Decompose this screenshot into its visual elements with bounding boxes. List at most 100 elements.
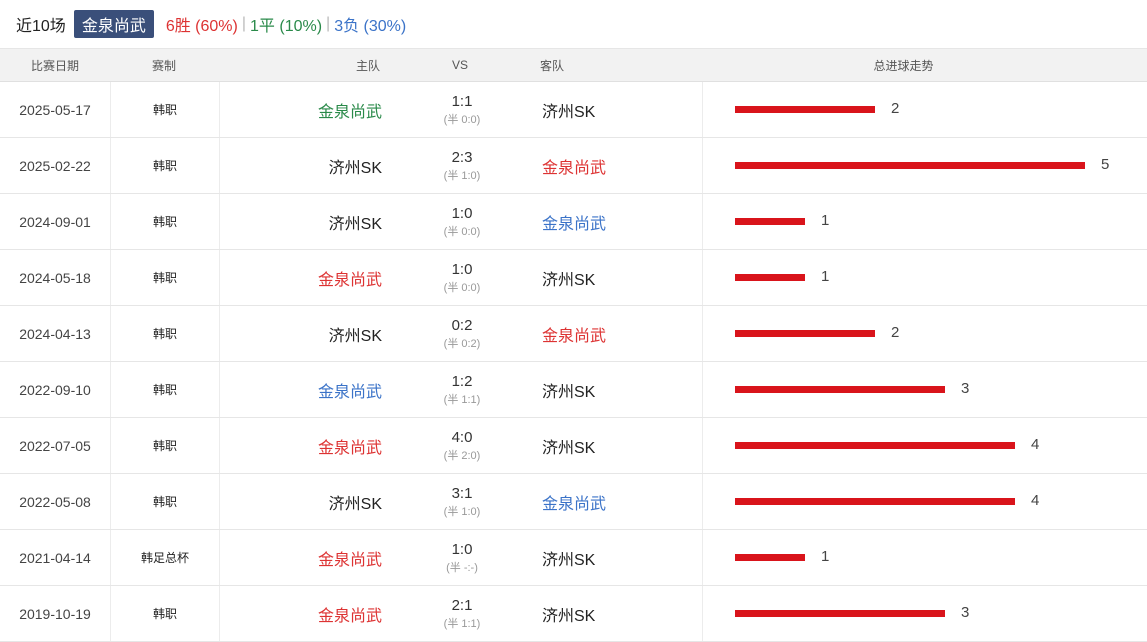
home-team[interactable]: 济州SK [220,138,382,193]
trend-cell: 4 [703,418,1147,473]
goals-total: 3 [961,380,970,397]
half-score: (半 1:1) [443,393,481,406]
full-score: 1:0 [451,540,473,558]
score-cell[interactable]: 2:3 (半 1:0) [382,138,542,193]
full-score: 0:2 [451,316,473,334]
trend-cell: 1 [703,250,1147,305]
home-team[interactable]: 济州SK [220,306,382,361]
goals-total: 1 [821,212,830,229]
away-team[interactable]: 金泉尚武 [542,474,703,529]
match-date: 2022-09-10 [0,362,111,417]
away-team[interactable]: 济州SK [542,250,703,305]
match-date: 2022-05-08 [0,474,111,529]
score-cell[interactable]: 1:0 (半 -:-) [382,530,542,585]
home-team[interactable]: 金泉尚武 [220,418,382,473]
competition[interactable]: 韩职 [111,82,220,137]
col-away: 客队 [540,58,565,73]
trend-cell: 1 [703,194,1147,249]
half-score: (半 0:0) [443,225,481,238]
table-row[interactable]: 2019-10-19 韩职 金泉尚武 2:1 (半 1:1) 济州SK 3 [0,586,1147,642]
match-date: 2024-09-01 [0,194,111,249]
match-date: 2025-02-22 [0,138,111,193]
competition[interactable]: 韩职 [111,362,220,417]
goals-total: 2 [891,324,900,341]
col-trend: 总进球走势 [873,58,934,73]
competition[interactable]: 韩职 [111,138,220,193]
table-row[interactable]: 2024-04-13 韩职 济州SK 0:2 (半 0:2) 金泉尚武 2 [0,306,1147,362]
competition[interactable]: 韩职 [111,586,220,641]
goals-total: 1 [821,268,830,285]
home-team[interactable]: 金泉尚武 [220,250,382,305]
away-team[interactable]: 金泉尚武 [542,138,703,193]
match-date: 2019-10-19 [0,586,111,641]
table-row[interactable]: 2022-07-05 韩职 金泉尚武 4:0 (半 2:0) 济州SK 4 [0,418,1147,474]
goals-bar [735,442,1015,449]
home-team[interactable]: 金泉尚武 [220,530,382,585]
home-team[interactable]: 金泉尚武 [220,82,382,137]
score-cell[interactable]: 1:1 (半 0:0) [382,82,542,137]
competition[interactable]: 韩职 [111,250,220,305]
recent-matches-title: 近10场 [16,18,66,35]
goals-bar [735,106,875,113]
full-score: 3:1 [451,484,473,502]
away-team[interactable]: 济州SK [542,530,703,585]
away-team[interactable]: 济州SK [542,586,703,641]
col-competition: 赛制 [151,58,176,73]
competition[interactable]: 韩足总杯 [111,530,220,585]
team-badge[interactable]: 金泉尚武 [73,10,154,38]
away-team[interactable]: 金泉尚武 [542,194,703,249]
full-score: 4:0 [451,428,473,446]
goals-bar [735,610,945,617]
trend-cell: 3 [703,362,1147,417]
match-date: 2025-05-17 [0,82,111,137]
trend-cell: 4 [703,474,1147,529]
goals-total: 4 [1031,492,1040,509]
half-score: (半 -:-) [446,561,478,574]
away-team[interactable]: 金泉尚武 [542,306,703,361]
goals-bar [735,274,805,281]
full-score: 2:1 [451,596,473,614]
half-score: (半 1:0) [443,169,481,182]
table-row[interactable]: 2022-05-08 韩职 济州SK 3:1 (半 1:0) 金泉尚武 4 [0,474,1147,530]
table-row[interactable]: 2024-05-18 韩职 金泉尚武 1:0 (半 0:0) 济州SK 1 [0,250,1147,306]
match-date: 2022-07-05 [0,418,111,473]
table-row[interactable]: 2024-09-01 韩职 济州SK 1:0 (半 0:0) 金泉尚武 1 [0,194,1147,250]
competition[interactable]: 韩职 [111,306,220,361]
half-score: (半 0:2) [443,337,481,350]
away-team[interactable]: 济州SK [542,418,703,473]
table-row[interactable]: 2025-02-22 韩职 济州SK 2:3 (半 1:0) 金泉尚武 5 [0,138,1147,194]
away-team[interactable]: 济州SK [542,362,703,417]
competition[interactable]: 韩职 [111,194,220,249]
home-team[interactable]: 济州SK [220,474,382,529]
table-row[interactable]: 2021-04-14 韩足总杯 金泉尚武 1:0 (半 -:-) 济州SK 1 [0,530,1147,586]
goals-total: 2 [891,100,900,117]
table-row[interactable]: 2025-05-17 韩职 金泉尚武 1:1 (半 0:0) 济州SK 2 [0,82,1147,138]
score-cell[interactable]: 1:2 (半 1:1) [382,362,542,417]
score-cell[interactable]: 0:2 (半 0:2) [382,306,542,361]
score-cell[interactable]: 4:0 (半 2:0) [382,418,542,473]
table-row[interactable]: 2022-09-10 韩职 金泉尚武 1:2 (半 1:1) 济州SK 3 [0,362,1147,418]
match-date: 2024-05-18 [0,250,111,305]
trend-cell: 3 [703,586,1147,641]
draws-stat: 1平 (10%) [250,18,323,35]
col-date: 比赛日期 [30,58,79,73]
trend-cell: 5 [703,138,1147,193]
col-home: 主队 [355,58,380,73]
score-cell[interactable]: 1:0 (半 0:0) [382,194,542,249]
competition[interactable]: 韩职 [111,418,220,473]
home-team[interactable]: 金泉尚武 [220,362,382,417]
away-team[interactable]: 济州SK [542,82,703,137]
separator: | [326,15,331,32]
score-cell[interactable]: 3:1 (半 1:0) [382,474,542,529]
competition[interactable]: 韩职 [111,474,220,529]
score-cell[interactable]: 1:0 (半 0:0) [382,250,542,305]
goals-total: 5 [1101,156,1110,173]
full-score: 1:0 [451,260,473,278]
trend-cell: 2 [703,82,1147,137]
full-score: 1:0 [451,204,473,222]
home-team[interactable]: 济州SK [220,194,382,249]
home-team[interactable]: 金泉尚武 [220,586,382,641]
wins-stat: 6胜 (60%) [165,18,238,35]
score-cell[interactable]: 2:1 (半 1:1) [382,586,542,641]
table-header: 比赛日期 赛制 主队 VS 客队 总进球走势 [0,48,1147,82]
